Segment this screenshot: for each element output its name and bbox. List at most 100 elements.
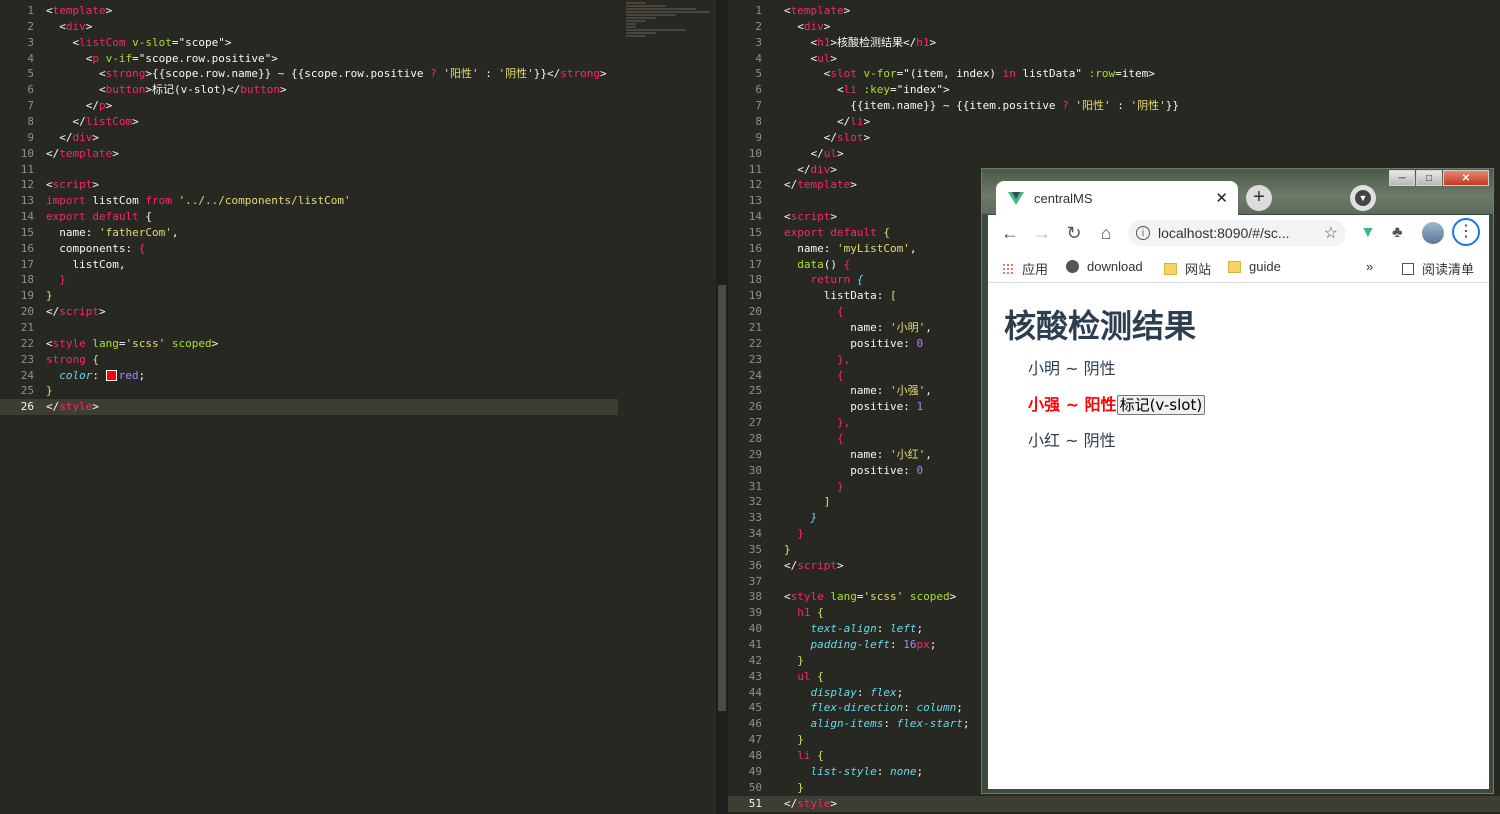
line-number: 3 — [27, 35, 34, 49]
page-title: 核酸检测结果 — [1004, 307, 1197, 345]
avatar[interactable] — [1422, 222, 1444, 244]
line-number: 14 — [748, 210, 762, 224]
editor-pane-left[interactable]: 1 <template> 2 <div> 3 <listCom v-slot="sco… — [0, 0, 716, 814]
editor-divider[interactable] — [716, 0, 728, 814]
code-text: strong { — [46, 352, 99, 366]
code-line[interactable]: 25} — [0, 383, 716, 399]
forward-icon[interactable]: → — [1030, 221, 1054, 245]
line-number: 20 — [748, 305, 762, 319]
line-number: 17 — [20, 257, 34, 271]
line-number: 34 — [748, 527, 762, 541]
code-line[interactable]: 2 <div> — [728, 19, 1500, 35]
code-text: padding-left: 16px; — [810, 638, 937, 651]
bookmark-download[interactable]: download — [1066, 259, 1143, 274]
code-line[interactable]: 19} — [0, 288, 716, 304]
reading-list[interactable]: 阅读清单 — [1402, 259, 1474, 278]
code-line[interactable]: 3 <listCom v-slot="scope"> — [0, 35, 716, 51]
line-number: 23 — [20, 352, 34, 366]
line-number: 21 — [20, 321, 34, 334]
code-line[interactable]: 13 import listCom from '../../components/… — [0, 193, 716, 209]
back-icon[interactable]: ← — [998, 221, 1022, 245]
code-line[interactable]: 7 {{item.name}} ~ {{item.positive ? '阳性'… — [728, 98, 1500, 114]
menu-icon[interactable]: ⋮ — [1452, 218, 1480, 246]
line-number: 7 — [27, 99, 34, 113]
browser-tab[interactable]: centralMS ✕ — [996, 181, 1238, 215]
code-text: positive: 0 — [784, 336, 924, 350]
code-text: </li> — [784, 114, 871, 128]
code-line[interactable]: 23 strong { — [0, 352, 716, 368]
browser-window[interactable]: ─ □ ✕ centralMS ✕ + ▼ ← → ↻ ⌂ i localhos… — [981, 168, 1494, 794]
code-text: <template> — [46, 4, 113, 17]
bookmark-websites[interactable]: 网站 — [1164, 259, 1211, 278]
code-line[interactable]: 12 <script> — [0, 177, 716, 193]
code-line[interactable]: 17 listCom, — [0, 257, 716, 273]
vue-devtools-icon[interactable]: ▼ — [1360, 223, 1376, 243]
close-window-button[interactable]: ✕ — [1443, 170, 1489, 186]
folder-icon — [1164, 262, 1177, 275]
maximize-button[interactable]: □ — [1416, 170, 1442, 186]
code-line[interactable]: 10 </ul> — [728, 146, 1500, 162]
code-line[interactable]: 8 </listCom> — [0, 114, 716, 130]
code-line[interactable]: 22 <style lang='scss' scoped> — [0, 336, 716, 352]
extensions-icon[interactable]: ♣ — [1392, 223, 1403, 243]
code-line[interactable]: 15 name: 'fatherCom', — [0, 225, 716, 241]
code-line[interactable]: 18 } — [0, 272, 716, 288]
line-number: 22 — [748, 336, 762, 350]
line-number: 11 — [748, 162, 762, 176]
code-text: </p> — [46, 99, 113, 113]
code-text: ul { — [797, 669, 824, 683]
close-tab-icon[interactable]: ✕ — [1215, 189, 1228, 207]
info-icon[interactable]: i — [1136, 226, 1150, 240]
more-bookmarks-icon[interactable]: » — [1366, 259, 1373, 274]
new-tab-button[interactable]: + — [1246, 185, 1272, 211]
code-line[interactable]: 3 <h1>核酸检测结果</h1> — [728, 35, 1500, 51]
code-line[interactable]: 7 </p> — [0, 98, 716, 114]
code-line[interactable]: 21 — [0, 320, 716, 336]
code-text: <style lang='scss' scoped> — [784, 590, 957, 604]
code-text: display: flex; — [810, 685, 904, 699]
line-number: 10 — [20, 146, 34, 160]
code-line[interactable]: 20 </script> — [0, 304, 716, 320]
code-text: color: red; — [59, 368, 146, 382]
code-line[interactable]: 4 <ul> — [728, 51, 1500, 67]
code-line[interactable]: 26 </style> — [0, 399, 618, 416]
code-text: name: 'fatherCom', — [46, 225, 179, 239]
line-number: 1 — [27, 4, 34, 17]
code-text: } — [797, 653, 804, 667]
code-line[interactable]: 16 components: { — [0, 241, 716, 257]
bookmark-guide[interactable]: guide — [1228, 259, 1281, 274]
code-line[interactable]: 6 <button>标记(v-slot)</button> — [0, 82, 716, 98]
code-line[interactable]: 1 <template> — [0, 3, 716, 19]
bookmark-star-icon[interactable]: ☆ — [1324, 223, 1338, 243]
code-line[interactable]: 2 <div> — [0, 19, 716, 35]
code-line[interactable]: 14 export default { — [0, 209, 716, 225]
code-text: <listCom v-slot="scope"> — [46, 35, 232, 49]
tab-search-button[interactable]: ▼ — [1350, 185, 1376, 211]
code-line[interactable]: 51 </style> — [728, 795, 1500, 812]
code-line[interactable]: 11 — [0, 162, 716, 178]
code-text: } — [810, 511, 818, 525]
code-line[interactable]: 9 </slot> — [728, 130, 1500, 146]
code-line[interactable]: 4 <p v-if="scope.row.positive"> — [0, 51, 716, 67]
code-line[interactable]: 5 <strong>{{scope.row.name}} ~ {{scope.r… — [0, 66, 716, 82]
code-line[interactable]: 9 </div> — [0, 130, 716, 146]
code-line[interactable]: 5 <slot v-for="(item, index) in listData… — [728, 66, 1500, 82]
code-line[interactable]: 10 </template> — [0, 146, 716, 162]
address-bar[interactable]: i localhost:8090/#/sc... ☆ — [1128, 220, 1346, 246]
line-number: 13 — [748, 194, 762, 208]
code-text: <template> — [784, 4, 851, 17]
minimize-button[interactable]: ─ — [1389, 170, 1415, 186]
mark-button[interactable]: 标记(v-slot) — [1116, 395, 1206, 415]
home-icon[interactable]: ⌂ — [1094, 221, 1118, 245]
line-number: 17 — [748, 257, 762, 271]
code-text: export default { — [784, 225, 890, 239]
chevron-down-icon: ▼ — [1355, 190, 1371, 206]
code-line[interactable]: 24 color: red; — [0, 368, 716, 384]
line-number: 31 — [748, 479, 762, 493]
code-line[interactable]: 6 <li :key="index"> — [728, 82, 1500, 98]
code-line[interactable]: 1 <template> — [728, 3, 1500, 19]
code-line[interactable]: 8 </li> — [728, 114, 1500, 130]
reload-icon[interactable]: ↻ — [1062, 221, 1086, 245]
code-text: { — [836, 305, 844, 319]
bookmark-apps[interactable]: 应用 — [1002, 259, 1048, 278]
